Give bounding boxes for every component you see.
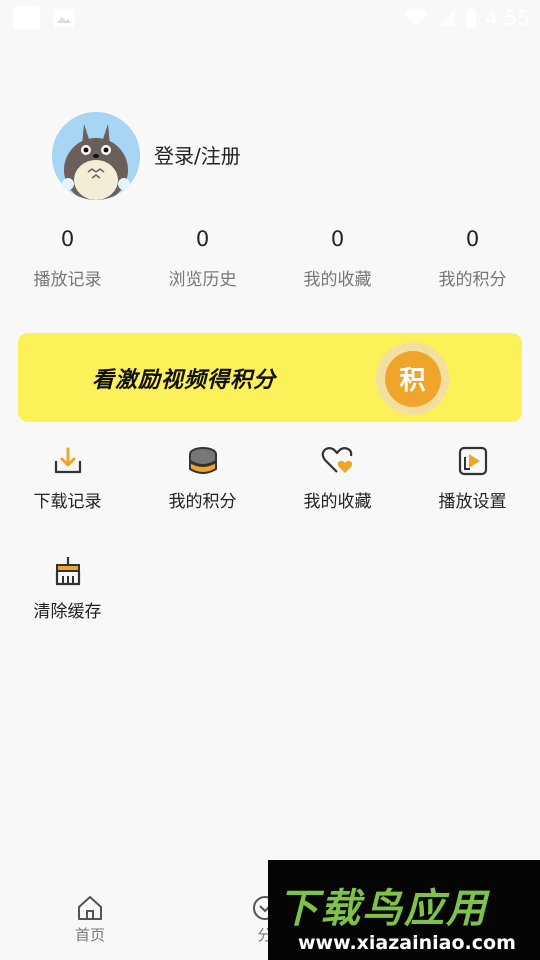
home-icon <box>78 896 102 920</box>
coin-label: 积 <box>384 350 441 407</box>
stat-label: 我的积分 <box>438 270 507 290</box>
menu-item-clear-cache[interactable]: 清除缓存 <box>0 555 135 665</box>
stat-favorites[interactable]: 0 我的收藏 <box>270 225 405 290</box>
menu-item-label: 清除缓存 <box>33 602 102 622</box>
menu-item-download-records[interactable]: 下载记录 <box>0 445 135 555</box>
tab-home[interactable]: 首页 <box>50 894 130 945</box>
menu-item-label: 我的收藏 <box>303 492 372 512</box>
menu-item-label: 下载记录 <box>33 492 102 512</box>
broom-icon <box>55 557 80 586</box>
banner-text: 看激励视频得积分 <box>92 367 277 393</box>
tab-label: 首页 <box>74 926 105 944</box>
reward-video-banner[interactable]: 看激励视频得积分 积 <box>18 333 522 422</box>
stat-label: 播放记录 <box>33 270 102 290</box>
login-register-link[interactable]: 登录/注册 <box>154 140 241 169</box>
status-time: 4:55 <box>485 6 530 30</box>
menu-item-my-points[interactable]: 我的积分 <box>135 445 270 555</box>
avatar[interactable] <box>52 112 140 200</box>
notification-icon <box>13 6 40 30</box>
menu-item-my-favorites[interactable]: 我的收藏 <box>270 445 405 555</box>
coins-icon <box>188 447 217 474</box>
status-bar: 4:55 <box>0 0 540 36</box>
stat-points[interactable]: 0 我的积分 <box>405 225 540 290</box>
menu-item-label: 播放设置 <box>438 492 507 512</box>
image-notification-icon <box>54 9 74 27</box>
points-coin-icon: 积 <box>376 342 449 415</box>
menu-item-play-settings[interactable]: 播放设置 <box>405 445 540 555</box>
watermark-title: 下载鸟应用 <box>278 886 488 932</box>
heart-icon <box>321 447 352 473</box>
stat-value: 0 <box>330 227 345 251</box>
wifi-icon <box>404 8 429 27</box>
stat-value: 0 <box>465 227 480 251</box>
stats-row: 0 播放记录 0 浏览历史 0 我的收藏 0 我的积分 <box>0 225 540 290</box>
stat-label: 我的收藏 <box>303 270 372 290</box>
menu-grid: 下载记录 我的积分 我的收藏 播放设置 清除缓存 <box>0 445 540 665</box>
download-icon <box>54 447 81 474</box>
menu-item-label: 我的积分 <box>168 492 237 512</box>
totoro-avatar-icon <box>52 112 140 200</box>
watermark-url: www.xiazainiao.com <box>298 932 516 954</box>
stat-value: 0 <box>60 227 75 251</box>
signal-icon <box>439 10 456 26</box>
watermark: 下载鸟应用 www.xiazainiao.com <box>268 860 540 960</box>
play-settings-icon <box>458 446 487 476</box>
stat-value: 0 <box>195 227 210 251</box>
stat-browse-history[interactable]: 0 浏览历史 <box>135 225 270 290</box>
stat-label: 浏览历史 <box>168 270 237 290</box>
stat-play-history[interactable]: 0 播放记录 <box>0 225 135 290</box>
battery-icon <box>466 7 477 28</box>
